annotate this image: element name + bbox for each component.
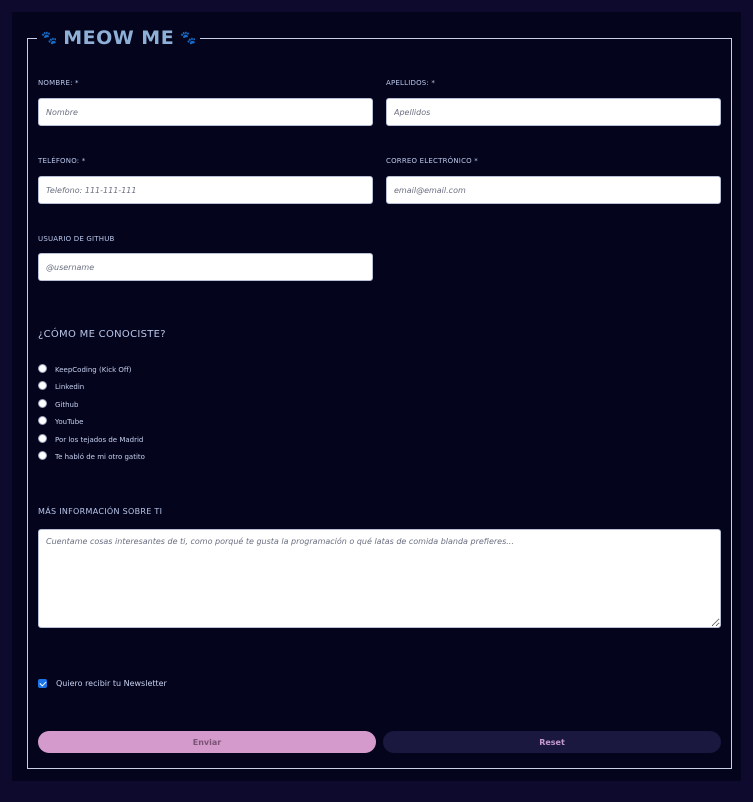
radio-label: Te habló de mi otro gatito [55, 453, 145, 461]
radio-option[interactable]: YouTube [38, 416, 83, 428]
paw-icon: 🐾 [41, 30, 58, 46]
form-title: MEOW ME [63, 27, 175, 49]
github-label: USUARIO DE GITHUB [38, 235, 115, 243]
radio-button[interactable] [38, 399, 47, 408]
telefono-input[interactable] [38, 176, 373, 204]
more-info-textarea[interactable] [38, 529, 721, 628]
github-input[interactable] [38, 253, 373, 281]
radio-option[interactable]: Github [38, 399, 78, 411]
radio-label: Por los tejados de Madrid [55, 436, 144, 444]
radio-button[interactable] [38, 451, 47, 460]
nombre-input[interactable] [38, 98, 373, 126]
radio-label: Linkedin [55, 383, 85, 391]
radio-option[interactable]: KeepCoding (Kick Off) [38, 364, 131, 376]
radio-label: YouTube [55, 418, 84, 426]
radio-option[interactable]: Por los tejados de Madrid [38, 434, 143, 446]
radio-label: Github [55, 401, 79, 409]
newsletter-option[interactable]: Quiero recibir tu Newsletter [38, 679, 167, 688]
paw-icon: 🐾 [180, 30, 197, 46]
apellidos-label: APELLIDOS: * [386, 79, 436, 87]
radio-button[interactable] [38, 416, 47, 425]
form-fieldset [27, 38, 732, 769]
radio-button[interactable] [38, 364, 47, 373]
email-input[interactable] [386, 176, 721, 204]
form-legend: 🐾 MEOW ME 🐾 [37, 26, 201, 50]
more-info-title: MÁS INFORMACIÓN SOBRE TI [38, 507, 163, 516]
reset-button[interactable]: Reset [383, 731, 721, 753]
radio-button[interactable] [38, 381, 47, 390]
apellidos-input[interactable] [386, 98, 721, 126]
how-title: ¿CÓMO ME CONOCISTE? [38, 329, 166, 340]
telefono-label: TELÉFONO: * [38, 157, 86, 165]
nombre-label: NOMBRE: * [38, 79, 79, 87]
radio-button[interactable] [38, 434, 47, 443]
send-button[interactable]: Enviar [38, 731, 376, 753]
radio-option[interactable]: Te habló de mi otro gatito [38, 451, 145, 463]
newsletter-checkbox[interactable] [38, 679, 47, 688]
correo-label: CORREO ELECTRÓNICO * [386, 157, 478, 165]
radio-label: KeepCoding (Kick Off) [55, 366, 132, 374]
radio-option[interactable]: Linkedin [38, 381, 84, 393]
newsletter-label: Quiero recibir tu Newsletter [56, 679, 167, 688]
